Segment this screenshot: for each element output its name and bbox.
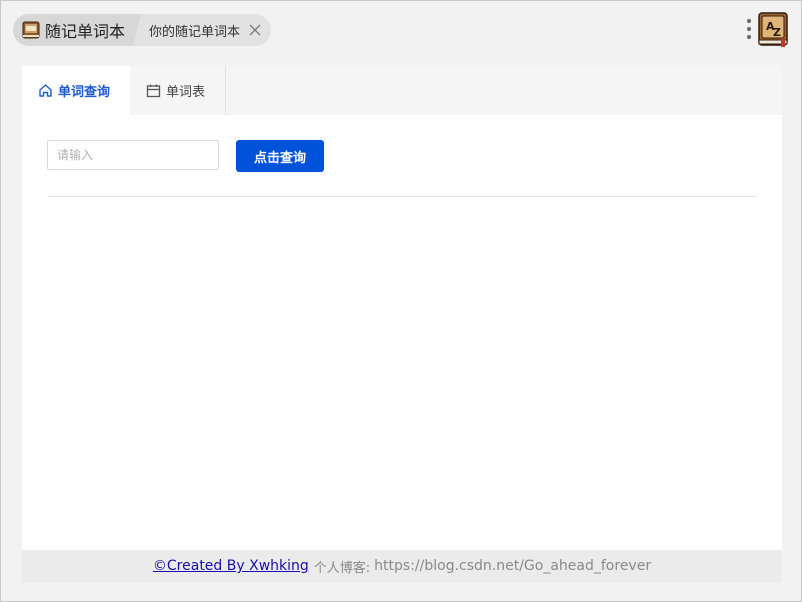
close-icon[interactable]	[249, 24, 261, 36]
tab-label: 单词查询	[58, 85, 111, 100]
kebab-menu-icon[interactable]	[745, 18, 753, 40]
breadcrumb: 随记单词本 你的随记单词本	[13, 14, 272, 46]
book-icon	[22, 21, 40, 39]
breadcrumb-page-item[interactable]: 你的随记单词本	[141, 14, 271, 46]
author-link[interactable]: ©Created By Xwhking	[153, 558, 309, 574]
blog-label: 个人博客:	[313, 560, 371, 576]
calendar-icon	[146, 84, 161, 98]
search-input[interactable]	[47, 140, 219, 170]
divider	[47, 196, 757, 197]
query-button[interactable]: 点击查询	[236, 140, 324, 172]
home-icon	[39, 84, 52, 97]
main-panel: 单词查询 单词表 点击查询	[22, 66, 782, 550]
breadcrumb-pill: 随记单词本 你的随记单词本	[13, 14, 272, 46]
footer: ©Created By Xwhking 个人博客: https://blog.c…	[22, 550, 782, 582]
tab-label: 单词表	[166, 85, 206, 100]
breadcrumb-app-label: 随记单词本	[45, 22, 126, 41]
tab-bar: 单词查询 单词表	[22, 66, 782, 115]
svg-text:Z: Z	[773, 26, 781, 39]
app-window: 随记单词本 你的随记单词本 A Z 单词查询 单词表 请输入 点击查询 ©Cre…	[0, 0, 802, 602]
blog-url: https://blog.csdn.net/Go_ahead_forever	[374, 558, 652, 574]
breadcrumb-page-label: 你的随记单词本	[149, 24, 241, 40]
breadcrumb-app-item[interactable]: 随记单词本	[13, 14, 141, 46]
tab-word-list[interactable]: 单词表	[130, 66, 226, 115]
dictionary-az-icon[interactable]: A Z	[757, 12, 789, 48]
tab-word-lookup[interactable]: 单词查询	[22, 66, 130, 115]
